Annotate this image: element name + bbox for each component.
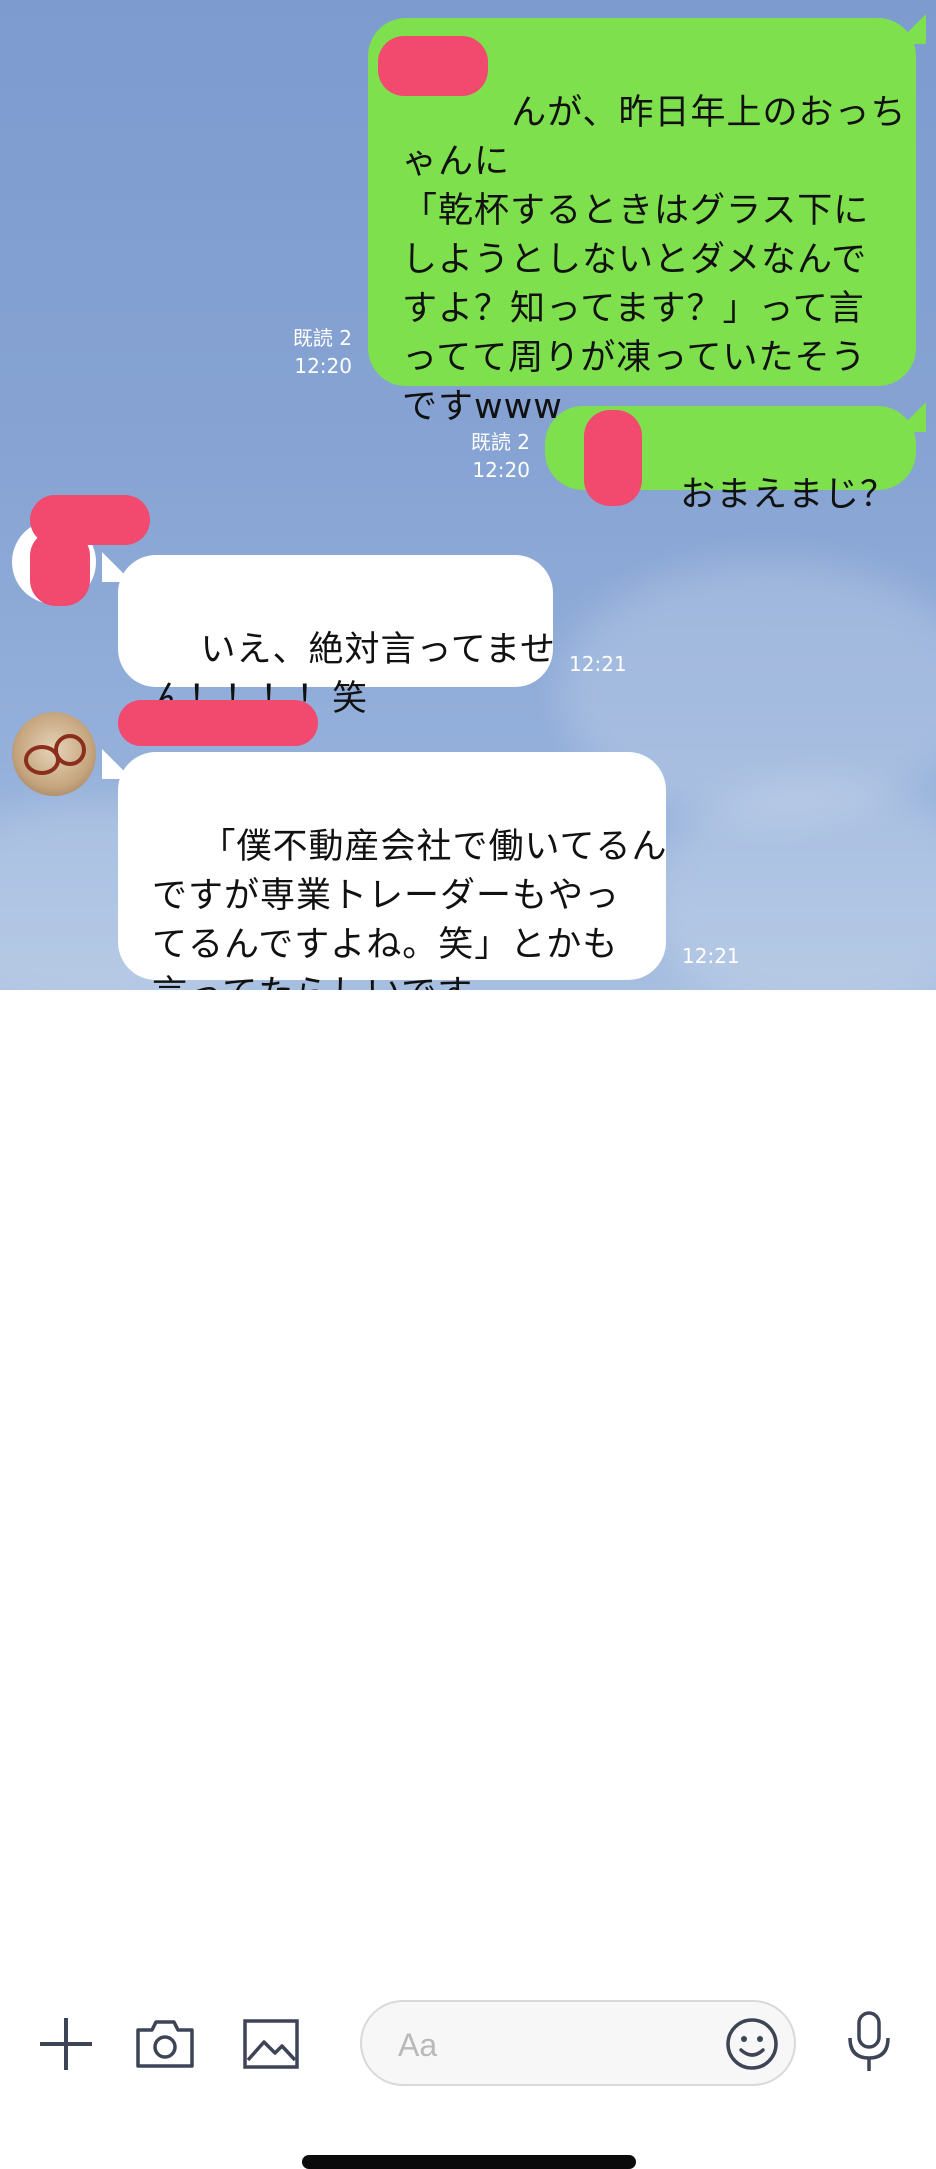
camera-icon[interactable] — [134, 2018, 196, 2070]
read-receipt: 既読 2 — [470, 430, 530, 454]
message-text: んが、昨日年上のおっち ゃんに 「乾杯するときはグラス下に しようとしないとダメ… — [402, 93, 907, 427]
message-meta: 既読 2 12:20 — [440, 428, 530, 484]
emoji-icon[interactable] — [724, 2016, 780, 2072]
input-bar — [0, 990, 936, 2169]
message-input[interactable] — [396, 2022, 700, 2068]
message-time: 12:21 — [682, 944, 740, 968]
redacted-emoji — [584, 410, 642, 506]
message-meta: 既読 2 12:20 — [270, 324, 352, 380]
bubble-tail — [896, 402, 926, 432]
bubble-tail — [102, 749, 132, 779]
redacted-avatar — [30, 530, 90, 606]
redacted-name — [378, 36, 488, 96]
bubble-tail — [102, 552, 132, 582]
bubble-tail — [896, 14, 926, 44]
glasses-icon — [24, 734, 86, 775]
read-receipt: 既読 2 — [292, 326, 352, 350]
avatar[interactable] — [12, 712, 96, 796]
message-time: 12:20 — [472, 458, 530, 482]
message-text: 「僕不動産会社で働いてるん ですが専業トレーダーもやっ てるんですよね。笑」とか… — [152, 827, 668, 990]
redacted-sender-name — [118, 700, 318, 746]
message-time: 12:20 — [294, 354, 352, 378]
microphone-icon[interactable] — [844, 2010, 894, 2074]
received-message-bubble[interactable]: 「僕不動産会社で働いてるん ですが専業トレーダーもやっ てるんですよね。笑」とか… — [118, 752, 666, 990]
message-text: おまえまじ？ — [619, 475, 897, 515]
home-indicator — [302, 2155, 636, 2169]
message-time: 12:21 — [569, 652, 627, 676]
plus-icon[interactable] — [36, 2014, 96, 2074]
message-input-box[interactable] — [360, 2000, 796, 2086]
image-icon[interactable] — [242, 2018, 300, 2070]
chat-area: んが、昨日年上のおっち ゃんに 「乾杯するときはグラス下に しようとしないとダメ… — [0, 0, 936, 990]
received-message-bubble[interactable]: いえ、絶対言ってませ ん！！！！笑 — [118, 555, 555, 719]
